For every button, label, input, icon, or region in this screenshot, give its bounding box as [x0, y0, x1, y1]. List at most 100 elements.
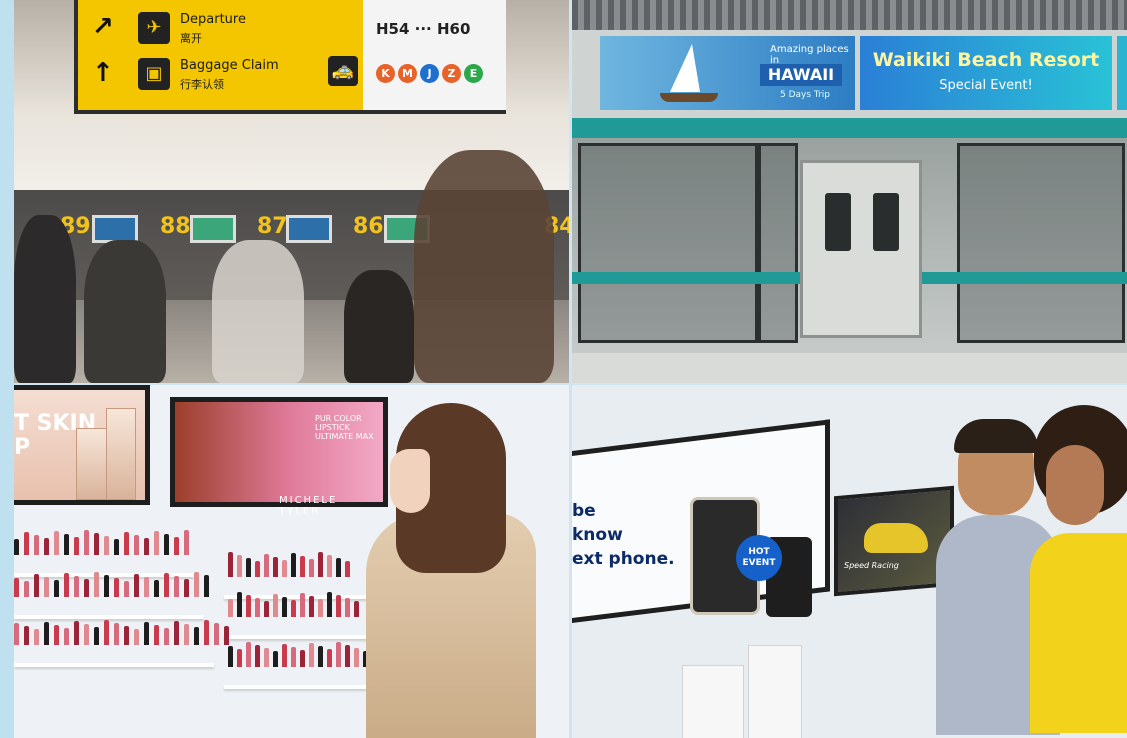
platform-floor [572, 353, 1127, 383]
shelf [14, 615, 204, 619]
lipstick [94, 627, 99, 645]
badge-text: HOT [748, 547, 770, 557]
lipstick [94, 533, 99, 555]
lipstick [237, 649, 242, 667]
lipstick [54, 625, 59, 645]
plane-icon: ✈ [138, 12, 170, 44]
hot-event-badge: HOT EVENT [736, 535, 782, 581]
baggage-chinese-label: 行李认领 [180, 78, 224, 91]
ad-headline: ext phone. [572, 549, 675, 569]
lipstick [291, 553, 296, 577]
lipstick [327, 592, 332, 617]
line-z-badge: Z [442, 64, 461, 83]
lipstick [336, 642, 341, 667]
lipstick [237, 592, 242, 617]
lipstick [318, 599, 323, 617]
lipstick [228, 599, 233, 617]
lipstick [194, 627, 199, 645]
lipstick [309, 643, 314, 667]
skincare-display: T SKIN P [14, 385, 150, 505]
traveler [14, 215, 76, 383]
foundation-bottle [106, 408, 136, 500]
platform-header [572, 118, 1127, 138]
lipstick [154, 580, 159, 597]
line-k-badge: K [376, 64, 395, 83]
resort-subtitle: Special Event! [939, 78, 1033, 93]
lipstick [184, 579, 189, 597]
departure-chinese-label: 离开 [180, 32, 202, 45]
lipstick [291, 600, 296, 617]
traveler [344, 270, 414, 383]
racing-title: Speed Racing [844, 561, 899, 570]
lipstick [174, 537, 179, 555]
lipstick [273, 557, 278, 577]
lipstick [44, 622, 49, 645]
lipstick [336, 558, 341, 577]
lipstick [318, 552, 323, 577]
lipstick [237, 555, 242, 577]
badge-text: EVENT [742, 558, 776, 568]
lipstick [144, 577, 149, 597]
lipstick [14, 578, 19, 597]
lipstick [336, 595, 341, 617]
baggage-label: Baggage Claim [180, 58, 279, 73]
lipstick [264, 648, 269, 667]
airport-photo: ↗ ↑ ✈ ▣ Departure 离开 Baggage Claim 行李认领 … [14, 0, 569, 383]
lipstick [24, 581, 29, 597]
lipstick [144, 538, 149, 555]
foundation-bottle [76, 428, 108, 500]
ad-headline: know [572, 525, 623, 545]
traveler [414, 150, 554, 383]
lipstick [134, 535, 139, 555]
metro-photo: Amazing places in HAWAII 5 Days Trip Wai… [572, 0, 1127, 383]
lipstick [184, 624, 189, 645]
lipstick [300, 650, 305, 667]
lipstick [104, 575, 109, 597]
lipstick [174, 621, 179, 645]
lipstick [154, 625, 159, 645]
lipstick [24, 626, 29, 645]
lipstick [34, 535, 39, 555]
lipstick [255, 598, 260, 617]
cosmetics-photo: T SKIN P PUR COLOR LIPSTICK ULTIMATE MAX… [14, 385, 569, 738]
lipstick [54, 531, 59, 555]
customer [1030, 405, 1127, 738]
lipstick [14, 623, 19, 645]
lipstick [204, 575, 209, 597]
sailboat-icon [670, 44, 700, 92]
hawaii-title: HAWAII [760, 64, 842, 86]
counter-screen [286, 215, 332, 243]
glass-door [957, 143, 1125, 343]
lipstick [104, 620, 109, 645]
counter-screen [92, 215, 138, 243]
lipstick [34, 629, 39, 645]
taxi-icon: 🚕 [328, 56, 358, 86]
lipstick [154, 531, 159, 555]
lipstick [327, 649, 332, 667]
counter-number: 87 [257, 214, 288, 239]
line-j-badge: J [420, 64, 439, 83]
lipstick [24, 532, 29, 555]
glass-door [578, 143, 758, 343]
lipstick [282, 597, 287, 617]
ceiling-grille [572, 0, 1127, 30]
lipstick [228, 552, 233, 577]
lipstick [64, 534, 69, 555]
resort-display: Waikiki Beach Resort Special Event! [860, 36, 1112, 110]
arrow-up-icon: ↑ [92, 58, 114, 88]
lipstick [114, 539, 119, 555]
lipstick [255, 645, 260, 667]
lipstick [124, 532, 129, 555]
lipstick [134, 574, 139, 597]
lipstick [84, 579, 89, 597]
arrow-up-right-icon: ↗ [92, 12, 114, 42]
lipstick [84, 624, 89, 645]
lipstick [300, 593, 305, 617]
lipstick [204, 620, 209, 645]
departure-label: Departure [180, 12, 246, 27]
lipstick [273, 594, 278, 617]
shelf [14, 663, 214, 667]
lipstick [273, 651, 278, 667]
lipstick [64, 628, 69, 645]
lipstick [255, 561, 260, 577]
